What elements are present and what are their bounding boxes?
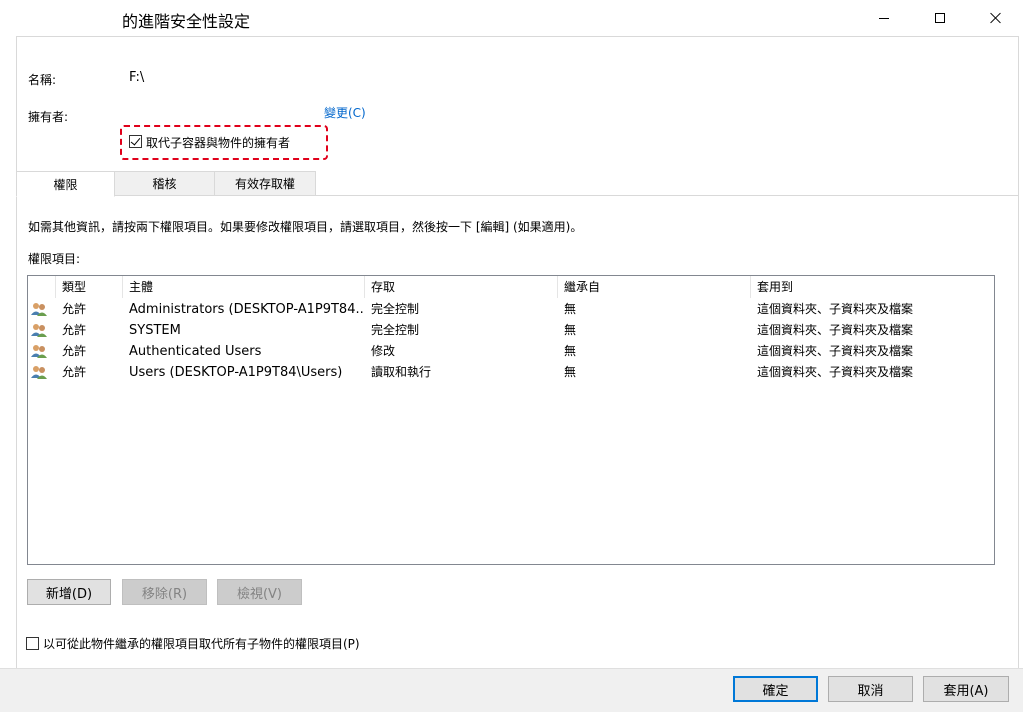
column-header-inherited[interactable]: 繼承自 [558, 276, 751, 298]
user-group-icon [31, 324, 47, 337]
column-header-icon[interactable] [28, 276, 56, 298]
cell-access: 讀取和執行 [371, 365, 432, 379]
cell-applies-to: 這個資料夾、子資料夾及檔案 [757, 344, 914, 358]
cell-applies-to: 這個資料夾、子資料夾及檔案 [757, 365, 914, 379]
instruction-text: 如需其他資訊，請按兩下權限項目。如果要修改權限項目，請選取項目，然後按一下 [編… [28, 220, 583, 234]
close-button[interactable] [970, 0, 1022, 36]
column-header-access[interactable]: 存取 [365, 276, 558, 298]
cell-principal: Authenticated Users [129, 344, 262, 359]
close-icon [990, 12, 1002, 24]
ok-button[interactable]: 確定 [733, 676, 818, 702]
cancel-button[interactable]: 取消 [828, 676, 913, 702]
window-title: 的進階安全性設定 [122, 12, 251, 31]
cell-type: 允許 [62, 344, 87, 358]
cell-principal: Users (DESKTOP-A1P9T84\Users) [129, 365, 343, 380]
table-row[interactable]: 允許 SYSTEM 完全控制 無 這個資料夾、子資料夾及檔案 [28, 320, 994, 341]
cell-inherited: 無 [564, 365, 577, 379]
maximize-icon [935, 13, 945, 23]
cell-applies-to: 這個資料夾、子資料夾及檔案 [757, 302, 914, 316]
tab-auditing[interactable]: 稽核 [114, 171, 215, 196]
owner-label: 擁有者: [28, 110, 69, 124]
change-owner-link[interactable]: 變更(C) [324, 104, 366, 121]
name-value: F:\ [129, 70, 145, 85]
table-row[interactable]: 允許 Administrators (DESKTOP-A1P9T84... 完全… [28, 299, 994, 320]
user-group-icon [31, 345, 47, 358]
cell-type: 允許 [62, 365, 87, 379]
cell-access: 修改 [371, 344, 396, 358]
cell-principal: SYSTEM [129, 323, 181, 338]
table-row[interactable]: 允許 Users (DESKTOP-A1P9T84\Users) 讀取和執行 無… [28, 362, 994, 383]
column-header-applies-to[interactable]: 套用到 [751, 276, 994, 298]
replace-owner-label: 取代子容器與物件的擁有者 [146, 136, 291, 150]
view-button[interactable]: 檢視(V) [217, 579, 302, 605]
column-header-type[interactable]: 類型 [56, 276, 123, 298]
name-label: 名稱: [28, 73, 57, 87]
replace-owner-checkbox[interactable] [129, 135, 142, 148]
cell-inherited: 無 [564, 302, 577, 316]
title-bar: 的進階安全性設定 [0, 0, 1023, 36]
cell-principal: Administrators (DESKTOP-A1P9T84... [129, 302, 365, 317]
cell-applies-to: 這個資料夾、子資料夾及檔案 [757, 323, 914, 337]
permission-list[interactable]: 類型 主體 存取 繼承自 套用到 允許 Administrators (DESK… [27, 275, 995, 565]
table-row[interactable]: 允許 Authenticated Users 修改 無 這個資料夾、子資料夾及檔… [28, 341, 994, 362]
cell-inherited: 無 [564, 323, 577, 337]
cell-type: 允許 [62, 323, 87, 337]
cell-access: 完全控制 [371, 323, 420, 337]
user-group-icon [31, 366, 47, 379]
cell-access: 完全控制 [371, 302, 420, 316]
replace-child-permissions-checkbox[interactable] [26, 637, 39, 650]
list-header: 類型 主體 存取 繼承自 套用到 [28, 276, 994, 298]
tab-effective-access[interactable]: 有效存取權 [214, 171, 316, 196]
cell-type: 允許 [62, 302, 87, 316]
add-button[interactable]: 新增(D) [27, 579, 111, 605]
column-header-principal[interactable]: 主體 [123, 276, 365, 298]
replace-child-permissions-label: 以可從此物件繼承的權限項目取代所有子物件的權限項目(P) [43, 637, 360, 651]
permission-entries-label: 權限項目: [28, 252, 81, 266]
user-group-icon [31, 303, 47, 316]
minimize-button[interactable] [858, 0, 910, 36]
tab-permissions[interactable]: 權限 [16, 171, 115, 197]
apply-button[interactable]: 套用(A) [923, 676, 1009, 702]
maximize-button[interactable] [914, 0, 966, 36]
remove-button[interactable]: 移除(R) [122, 579, 207, 605]
cell-inherited: 無 [564, 344, 577, 358]
minimize-icon [879, 17, 889, 19]
